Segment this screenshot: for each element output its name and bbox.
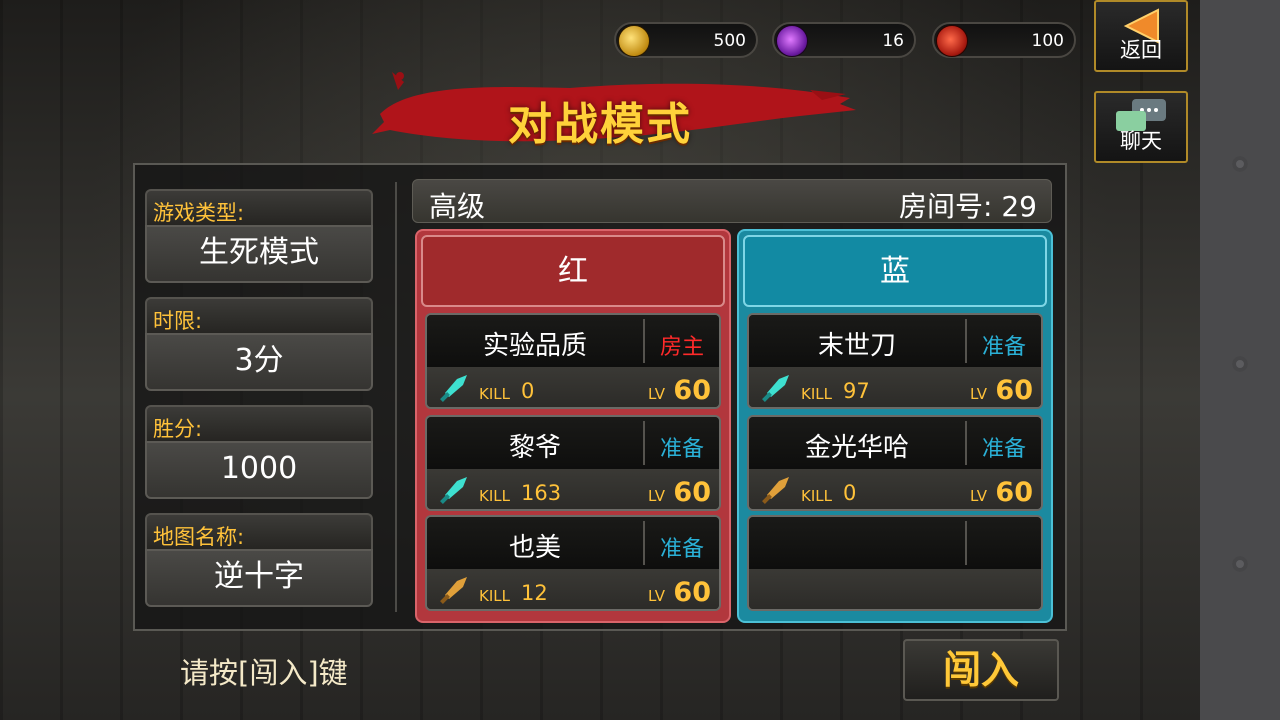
back-button[interactable]: 返回 [1094, 0, 1188, 72]
player-slot[interactable]: 实验品质 房主 KILL 0 LV 60 [425, 313, 721, 409]
room-level: 高级 [429, 190, 486, 223]
enter-button[interactable]: 闯入 [903, 639, 1059, 701]
player-slot[interactable]: 末世刀 准备 KILL 97 LV 60 [747, 313, 1043, 409]
red-ticket-icon [936, 25, 968, 57]
gold-currency-display: 500 [614, 22, 758, 58]
player-name: 金光华哈 [804, 433, 909, 463]
room-number: 房间号: 29 [899, 190, 1037, 223]
level-label: LV [970, 385, 987, 403]
kill-label: KILL [479, 385, 510, 403]
nav-indicator-dot [1232, 156, 1248, 172]
player-status: 准备 [981, 437, 1026, 462]
kill-label: KILL [801, 385, 832, 403]
player-level: 60 [995, 375, 1033, 406]
player-status: 准备 [659, 537, 704, 562]
player-name: 也美 [508, 533, 561, 563]
time-limit-label: 时限: [145, 297, 373, 333]
time-limit-value: 3分 [145, 333, 373, 391]
player-level: 60 [673, 477, 711, 508]
kill-count: 97 [843, 379, 870, 403]
kill-count: 0 [521, 379, 535, 403]
red-team-panel: 红 实验品质 房主 KILL 0 LV 60 黎爷 准备 KILL 163 LV… [415, 229, 731, 623]
room-header: 高级 房间号: 29 [412, 179, 1052, 223]
level-label: LV [648, 385, 665, 403]
cyan-dagger-icon [762, 375, 789, 402]
kill-label: KILL [479, 587, 510, 605]
gold-coin-icon [618, 25, 650, 57]
empty-player-slot[interactable] [747, 515, 1043, 611]
player-status: 房主 [659, 335, 704, 360]
player-level: 60 [673, 375, 711, 406]
gem-amount: 16 [882, 31, 904, 51]
player-slot[interactable]: 金光华哈 准备 KILL 0 LV 60 [747, 415, 1043, 511]
player-slot[interactable]: 也美 准备 KILL 12 LV 60 [425, 515, 721, 611]
gold-amount: 500 [713, 31, 746, 51]
player-name: 实验品质 [482, 331, 587, 361]
purple-gem-icon [776, 25, 808, 57]
player-status: 准备 [981, 335, 1026, 360]
player-name: 末世刀 [817, 331, 896, 361]
gem-currency-display: 16 [772, 22, 916, 58]
kill-count: 0 [843, 481, 857, 505]
player-status: 准备 [659, 437, 704, 462]
game-type-label: 游戏类型: [145, 189, 373, 225]
cyan-dagger-icon [440, 477, 467, 504]
map-name-label: 地图名称: [145, 513, 373, 549]
player-name: 黎爷 [508, 433, 561, 463]
gold-dagger-icon [440, 577, 467, 604]
cyan-dagger-icon [440, 375, 467, 402]
ticket-amount: 100 [1031, 31, 1064, 51]
page-title: 对战模式 [508, 99, 692, 150]
kill-count: 12 [521, 581, 548, 605]
kill-label: KILL [479, 487, 510, 505]
gold-dagger-icon [762, 477, 789, 504]
player-slot[interactable]: 黎爷 准备 KILL 163 LV 60 [425, 415, 721, 511]
blue-team-header[interactable]: 蓝 [743, 235, 1047, 307]
game-type-value: 生死模式 [145, 225, 373, 283]
level-label: LV [648, 487, 665, 505]
ticket-currency-display: 100 [932, 22, 1076, 58]
level-label: LV [970, 487, 987, 505]
nav-indicator-dot [1232, 556, 1248, 572]
win-score-label: 胜分: [145, 405, 373, 441]
panel-divider [395, 182, 397, 612]
enter-hint: 请按[闯入]键 [180, 656, 348, 690]
back-button-label: 返回 [1120, 38, 1162, 62]
blue-team-panel: 蓝 末世刀 准备 KILL 97 LV 60 金光华哈 准备 KILL 0 LV… [737, 229, 1053, 623]
nav-indicator-dot [1232, 356, 1248, 372]
level-label: LV [648, 587, 665, 605]
red-team-header[interactable]: 红 [421, 235, 725, 307]
win-score-value: 1000 [145, 441, 373, 499]
kill-label: KILL [801, 487, 832, 505]
kill-count: 163 [521, 481, 562, 505]
player-level: 60 [995, 477, 1033, 508]
map-name-value: 逆十字 [145, 549, 373, 607]
player-level: 60 [673, 577, 711, 608]
